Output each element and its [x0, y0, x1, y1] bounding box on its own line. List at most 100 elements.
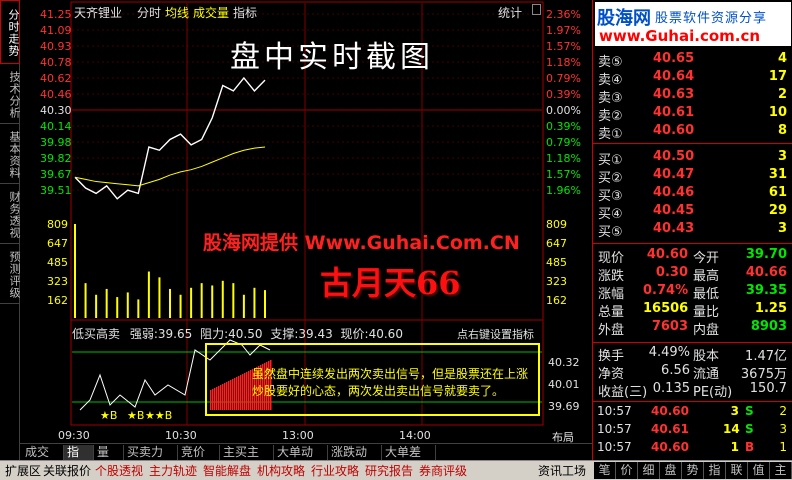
order-label: 买③ — [598, 189, 623, 204]
quote-row: 换手 4.49% 股本 1.47亿 — [593, 345, 792, 364]
quote-label: 换手 — [598, 349, 625, 364]
time-label-1030: 10:30 — [165, 429, 197, 442]
right-panel-tab[interactable]: 值 — [748, 462, 770, 479]
chart-area: 天齐锂业 分时 均线 成交量 指标 统计 41.25 41.09 40.93 40.7… — [20, 0, 592, 444]
order-row[interactable]: 买② 40.47 31 — [593, 167, 792, 186]
order-row[interactable]: 卖⑤ 40.65 4 — [593, 51, 792, 70]
bottom-tab[interactable]: 大单动向 — [274, 445, 328, 474]
bottom-tab[interactable]: 量比 — [94, 445, 124, 474]
percent-tick: 0.39% — [546, 120, 581, 133]
order-row[interactable]: 买① 40.50 3 — [593, 149, 792, 168]
volume-bar — [126, 292, 129, 318]
bottom-tab[interactable]: 竞价图 — [178, 445, 220, 474]
bottom-tab[interactable]: 涨跌动因 — [328, 445, 382, 474]
quote-value: 8903 — [750, 319, 787, 334]
stock-name: 天齐锂业 — [74, 6, 123, 20]
price-line — [74, 76, 266, 200]
order-volume: 3 — [777, 221, 787, 236]
order-row[interactable]: 卖① 40.60 8 — [593, 123, 792, 142]
tab-indicator[interactable]: 指标 — [233, 4, 257, 21]
close-icon[interactable] — [532, 4, 541, 15]
watermark-text: 股海网提供 Www.Guhai.Com.CN — [203, 232, 520, 254]
bottom-tab[interactable]: 买卖力道 — [124, 445, 178, 474]
price-tick: 39.67 — [40, 168, 72, 181]
stats-button[interactable]: 统计 — [498, 4, 522, 21]
order-row[interactable]: 卖② 40.61 10 — [593, 105, 792, 124]
percent-tick: 1.57% — [546, 40, 581, 53]
annotation-note: 虽然盘中连续发出两次卖出信号，但是股票还在上涨炒股要好的心态，两次发出卖出信号就… — [252, 367, 529, 398]
order-row[interactable]: 卖③ 40.63 2 — [593, 87, 792, 106]
quote-value: 0.74% — [643, 283, 689, 298]
order-row[interactable]: 卖④ 40.64 17 — [593, 69, 792, 88]
volume-bar — [105, 288, 108, 318]
quote-label: 收益(三) — [598, 385, 648, 400]
status-tab[interactable]: 资讯工场 — [535, 463, 589, 479]
right-panel-tab[interactable]: 细 — [638, 462, 660, 479]
tick-time: 10:57 — [597, 404, 632, 418]
bottom-tab-bar: 成交量指标量比买卖力道竞价图主买主卖大单动向涨跌动因大单差分 — [20, 443, 592, 474]
volume-tick-right: 323 — [546, 275, 567, 288]
status-tab[interactable]: 个股透视 — [92, 463, 146, 479]
support-label: 支撑: — [270, 327, 299, 341]
tab-intraday[interactable]: 分时走势 — [0, 0, 20, 64]
status-tab[interactable]: 行业攻略 — [308, 463, 362, 479]
right-panel-tab[interactable]: 联 — [726, 462, 748, 479]
tick-extra: 2 — [779, 404, 787, 418]
tick-side: S — [745, 422, 754, 436]
status-tab[interactable]: 扩展区 — [2, 463, 44, 479]
bottom-tab[interactable]: 主买主卖 — [220, 445, 274, 474]
tab-volume[interactable]: 成交量 — [193, 4, 229, 21]
percent-tick: 1.57% — [546, 168, 581, 181]
price-tick: 40.46 — [40, 88, 72, 101]
signature-text: 古月天66 — [320, 264, 461, 302]
tick-price: 40.60 — [651, 440, 689, 454]
order-row[interactable]: 买④ 40.45 29 — [593, 203, 792, 222]
tab-ma[interactable]: 均线 — [165, 4, 189, 21]
quote-label: 股本 — [693, 349, 720, 364]
order-price: 40.64 — [653, 69, 695, 84]
order-label: 买① — [598, 153, 623, 168]
tick-side: B — [745, 440, 755, 454]
tick-time: 10:57 — [597, 422, 632, 436]
status-tab[interactable]: 智能解盘 — [200, 463, 254, 479]
quote-label: 涨幅 — [598, 287, 625, 302]
status-tab[interactable]: 关联报价 — [40, 463, 94, 479]
quote-label: 今开 — [693, 251, 720, 266]
buy-signal-3: ★★B — [145, 409, 173, 422]
order-row[interactable]: 买③ 40.46 61 — [593, 185, 792, 204]
indicator-header: 低买高卖 强弱:39.65 阻力:40.50 支撑:39.43 现价:40.60 — [72, 325, 403, 342]
quote-label: 最高 — [693, 269, 720, 284]
right-panel-tab[interactable]: 笔 — [594, 462, 616, 479]
tab-financials[interactable]: 财务透视 — [0, 184, 21, 244]
status-tab[interactable]: 研究报告 — [362, 463, 416, 479]
right-panel-tab[interactable]: 价 — [616, 462, 638, 479]
right-panel-tab[interactable]: 势 — [682, 462, 704, 479]
order-label: 卖① — [598, 127, 623, 142]
tab-technical[interactable]: 技术分析 — [0, 64, 21, 124]
percent-tick: 1.18% — [546, 56, 581, 69]
bottom-tab[interactable]: 成交量 — [22, 445, 64, 474]
order-row[interactable]: 买⑤ 40.43 3 — [593, 221, 792, 240]
bottom-tab[interactable]: 大单差分 — [382, 445, 436, 474]
quote-value: 16506 — [643, 301, 689, 316]
strong-weak-label: 强弱: — [129, 327, 158, 341]
tab-intraday-view[interactable]: 分时 — [137, 4, 161, 21]
right-panel-tab[interactable]: 指 — [704, 462, 726, 479]
status-tab[interactable]: 主力轨迹 — [146, 463, 200, 479]
bottom-tab[interactable]: 指标 — [64, 445, 94, 474]
price-tick: 39.51 — [40, 184, 72, 197]
order-price: 40.46 — [653, 185, 695, 200]
tab-fundamentals[interactable]: 基本资料 — [0, 124, 21, 184]
tab-forecast[interactable]: 预测评级 — [0, 244, 21, 304]
status-tab[interactable]: 机构攻略 — [254, 463, 308, 479]
status-tab[interactable]: 券商评级 — [416, 463, 470, 479]
quote-row: 收益(三) 0.135 PE(动) 150.7 — [593, 381, 792, 400]
right-panel-tab[interactable]: 盘 — [660, 462, 682, 479]
percent-tick: 2.36% — [546, 8, 581, 21]
order-price: 40.50 — [653, 149, 695, 164]
order-label: 买⑤ — [598, 225, 623, 240]
right-panel-tab[interactable]: 主 — [770, 462, 792, 479]
quote-panel: 股海网 股票软件资源分享 www.Guhai.com.cn 卖⑤ 40.65 4 卖④… — [592, 0, 792, 460]
indicator-name[interactable]: 低买高卖 — [72, 327, 120, 341]
quote-label: 量比 — [693, 305, 720, 320]
